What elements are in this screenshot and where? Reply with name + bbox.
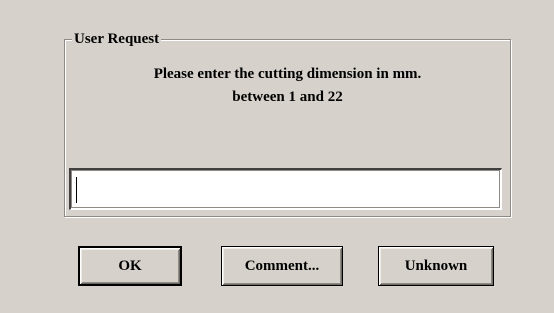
comment-button[interactable]: Comment... xyxy=(221,246,343,286)
prompt-line-1: Please enter the cutting dimension in mm… xyxy=(153,66,422,82)
prompt-line-2: between 1 and 22 xyxy=(232,89,343,105)
groupbox-title: User Request xyxy=(72,30,162,48)
user-request-dialog: User Request Please enter the cutting di… xyxy=(0,0,554,313)
unknown-button[interactable]: Unknown xyxy=(378,246,494,286)
ok-button[interactable]: OK xyxy=(78,246,182,286)
dimension-input[interactable] xyxy=(69,168,502,210)
text-caret xyxy=(76,177,77,203)
